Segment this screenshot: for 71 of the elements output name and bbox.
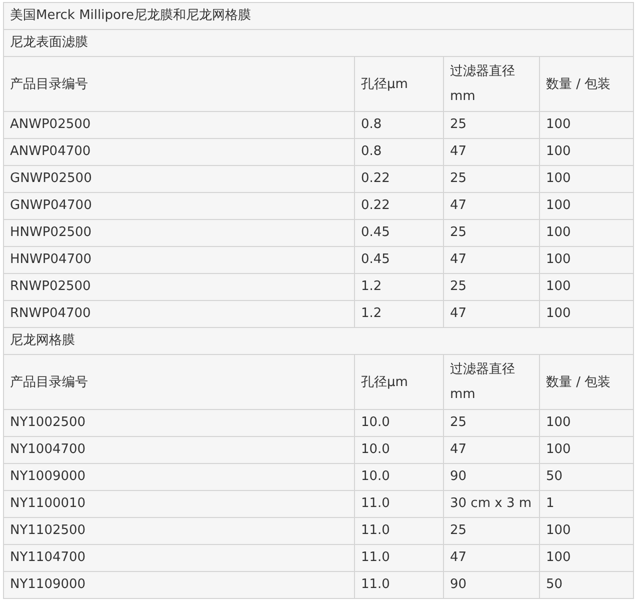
table-cell: ANWP02500 [4, 112, 354, 138]
table-cell: NY1109000 [4, 572, 354, 598]
table-cell: 100 [540, 220, 634, 246]
section-title: 尼龙网格膜 [4, 328, 634, 354]
table-cell: 50 [540, 572, 634, 598]
column-header: 孔径µm [354, 354, 444, 410]
table-cell: 11.0 [354, 544, 444, 572]
table-cell: 25 [444, 410, 540, 436]
section-title: 尼龙表面滤膜 [4, 30, 634, 56]
table-cell: 0.8 [354, 112, 444, 138]
table-cell: 1.2 [354, 300, 444, 328]
table-cell: 0.22 [354, 166, 444, 192]
table-cell: 47 [444, 246, 540, 274]
column-header: 过滤器直径 mm [444, 354, 540, 410]
table-title: 美国Merck Millipore尼龙膜和尼龙网格膜 [4, 2, 634, 30]
table-cell: NY1004700 [4, 436, 354, 464]
column-header: 产品目录编号 [4, 56, 354, 112]
table-cell: 47 [444, 192, 540, 220]
column-header: 产品目录编号 [4, 354, 354, 410]
table-cell: NY1002500 [4, 410, 354, 436]
table-cell: RNWP02500 [4, 274, 354, 300]
table-cell: GNWP04700 [4, 192, 354, 220]
table-cell: 90 [444, 572, 540, 598]
table-cell: 47 [444, 138, 540, 166]
table-cell: 10.0 [354, 410, 444, 436]
table-cell: 0.45 [354, 220, 444, 246]
table-cell: 100 [540, 410, 634, 436]
table-cell: 100 [540, 274, 634, 300]
table-cell: RNWP04700 [4, 300, 354, 328]
table-cell: 30 cm x 3 m [444, 490, 540, 518]
table-cell: 0.22 [354, 192, 444, 220]
table-cell: 10.0 [354, 436, 444, 464]
table-cell: GNWP02500 [4, 166, 354, 192]
table-cell: HNWP02500 [4, 220, 354, 246]
table-cell: 100 [540, 166, 634, 192]
table-cell: 100 [540, 138, 634, 166]
table-cell: 25 [444, 518, 540, 544]
table-cell: 25 [444, 166, 540, 192]
table-cell: 10.0 [354, 464, 444, 490]
table-cell: 50 [540, 464, 634, 490]
table-cell: NY1009000 [4, 464, 354, 490]
table-cell: 11.0 [354, 572, 444, 598]
table-cell: ANWP04700 [4, 138, 354, 166]
table-cell: 47 [444, 300, 540, 328]
table-cell: 0.8 [354, 138, 444, 166]
column-header: 数量 / 包装 [540, 56, 634, 112]
table-cell: 25 [444, 112, 540, 138]
column-header: 数量 / 包装 [540, 354, 634, 410]
table-cell: 25 [444, 220, 540, 246]
table-cell: 11.0 [354, 490, 444, 518]
table-cell: 1.2 [354, 274, 444, 300]
table-cell: HNWP04700 [4, 246, 354, 274]
table-cell: 1 [540, 490, 634, 518]
table-cell: 11.0 [354, 518, 444, 544]
table-cell: 100 [540, 300, 634, 328]
table-cell: 47 [444, 544, 540, 572]
table-cell: 100 [540, 436, 634, 464]
table-cell: 90 [444, 464, 540, 490]
table-cell: 100 [540, 544, 634, 572]
table-cell: 25 [444, 274, 540, 300]
table-cell: 100 [540, 192, 634, 220]
table-cell: NY1100010 [4, 490, 354, 518]
table-cell: 100 [540, 112, 634, 138]
table-cell: 100 [540, 246, 634, 274]
table-cell: NY1104700 [4, 544, 354, 572]
table-cell: NY1102500 [4, 518, 354, 544]
table-cell: 0.45 [354, 246, 444, 274]
table-cell: 47 [444, 436, 540, 464]
column-header: 孔径µm [354, 56, 444, 112]
column-header: 过滤器直径 mm [444, 56, 540, 112]
table-cell: 100 [540, 518, 634, 544]
